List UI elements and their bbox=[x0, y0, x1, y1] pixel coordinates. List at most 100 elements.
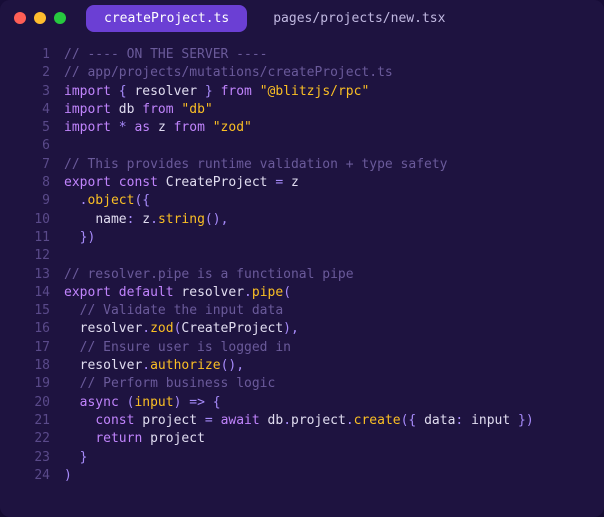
func: string bbox=[158, 212, 205, 227]
ident: resolver bbox=[80, 358, 143, 373]
line-number: 13 bbox=[0, 266, 50, 284]
line-number: 20 bbox=[0, 394, 50, 412]
tab-newpage[interactable]: pages/projects/new.tsx bbox=[255, 5, 463, 32]
punct: . bbox=[150, 212, 158, 227]
comment: // ---- ON THE SERVER ---- bbox=[64, 47, 268, 62]
func: pipe bbox=[252, 285, 283, 300]
ident: data bbox=[424, 413, 455, 428]
punct: . bbox=[142, 358, 150, 373]
comment: // This provides runtime validation + ty… bbox=[64, 157, 448, 172]
kw: export bbox=[64, 285, 111, 300]
line-number: 14 bbox=[0, 284, 50, 302]
line-number: 15 bbox=[0, 302, 50, 320]
line-number: 4 bbox=[0, 101, 50, 119]
kw: await bbox=[221, 413, 260, 428]
comment: // Ensure user is logged in bbox=[80, 340, 291, 355]
line-number: 8 bbox=[0, 174, 50, 192]
punct: ) bbox=[283, 321, 291, 336]
editor-window: createProject.ts pages/projects/new.tsx … bbox=[0, 0, 604, 517]
punct: } bbox=[80, 450, 88, 465]
string: "db" bbox=[181, 102, 212, 117]
ident: z bbox=[142, 212, 150, 227]
code-editor[interactable]: 123456789101112131415161718192021222324 … bbox=[0, 36, 604, 517]
punct: . bbox=[283, 413, 291, 428]
punct: . bbox=[244, 285, 252, 300]
op: = bbox=[205, 413, 213, 428]
kw: import bbox=[64, 84, 111, 99]
punct: () bbox=[205, 212, 221, 227]
kw: const bbox=[119, 175, 158, 190]
punct: . bbox=[142, 321, 150, 336]
punct: : bbox=[127, 212, 143, 227]
ident: resolver bbox=[80, 321, 143, 336]
punct: , bbox=[236, 358, 244, 373]
param: input bbox=[134, 395, 173, 410]
line-number: 6 bbox=[0, 137, 50, 155]
punct: ) bbox=[64, 468, 72, 483]
punct: * bbox=[119, 120, 127, 135]
punct: { bbox=[119, 84, 135, 99]
code-area[interactable]: // ---- ON THE SERVER ---- // app/projec… bbox=[64, 46, 604, 517]
line-number: 9 bbox=[0, 192, 50, 210]
kw: const bbox=[95, 413, 134, 428]
line-number: 1 bbox=[0, 46, 50, 64]
kw: export bbox=[64, 175, 111, 190]
punct: ( bbox=[283, 285, 291, 300]
tab-createproject[interactable]: createProject.ts bbox=[86, 5, 247, 32]
ident: project bbox=[291, 413, 346, 428]
line-number: 21 bbox=[0, 412, 50, 430]
kw: async bbox=[80, 395, 119, 410]
punct: . bbox=[346, 413, 354, 428]
tab-bar: createProject.ts pages/projects/new.tsx bbox=[86, 5, 463, 32]
ident: db bbox=[268, 413, 284, 428]
line-number: 23 bbox=[0, 449, 50, 467]
func: authorize bbox=[150, 358, 220, 373]
ident: input bbox=[471, 413, 510, 428]
func: object bbox=[87, 193, 134, 208]
punct: : bbox=[455, 413, 471, 428]
string: "@blitzjs/rpc" bbox=[260, 84, 370, 99]
ident: z bbox=[291, 175, 299, 190]
minimize-icon[interactable] bbox=[34, 12, 46, 24]
line-number: 12 bbox=[0, 247, 50, 265]
line-number: 10 bbox=[0, 211, 50, 229]
line-number: 16 bbox=[0, 320, 50, 338]
punct: () bbox=[221, 358, 237, 373]
traffic-lights bbox=[14, 12, 66, 24]
ident: db bbox=[119, 102, 135, 117]
ident: resolver bbox=[134, 84, 197, 99]
kw: from bbox=[174, 120, 205, 135]
line-number: 5 bbox=[0, 119, 50, 137]
line-number: 11 bbox=[0, 229, 50, 247]
punct: , bbox=[221, 212, 229, 227]
op: = bbox=[275, 175, 283, 190]
comment: // resolver.pipe is a functional pipe bbox=[64, 267, 354, 282]
line-number: 24 bbox=[0, 467, 50, 485]
punct: , bbox=[291, 321, 299, 336]
string: "zod" bbox=[213, 120, 252, 135]
kw: import bbox=[64, 102, 111, 117]
punct: ) bbox=[174, 395, 182, 410]
kw: default bbox=[119, 285, 174, 300]
punct: ({ bbox=[134, 193, 150, 208]
punct: }) bbox=[80, 230, 96, 245]
punct: ({ bbox=[401, 413, 424, 428]
ident: project bbox=[142, 413, 197, 428]
op: => bbox=[189, 395, 205, 410]
close-icon[interactable] bbox=[14, 12, 26, 24]
line-number: 17 bbox=[0, 339, 50, 357]
ident: project bbox=[150, 431, 205, 446]
kw: from bbox=[221, 84, 252, 99]
line-number: 19 bbox=[0, 375, 50, 393]
ident: z bbox=[158, 120, 166, 135]
ident: CreateProject bbox=[166, 175, 268, 190]
ident: name bbox=[95, 212, 126, 227]
kw: import bbox=[64, 120, 111, 135]
titlebar: createProject.ts pages/projects/new.tsx bbox=[0, 0, 604, 36]
line-number: 18 bbox=[0, 357, 50, 375]
ident: CreateProject bbox=[181, 321, 283, 336]
punct: { bbox=[213, 395, 221, 410]
punct: } bbox=[197, 84, 213, 99]
kw: return bbox=[95, 431, 142, 446]
maximize-icon[interactable] bbox=[54, 12, 66, 24]
